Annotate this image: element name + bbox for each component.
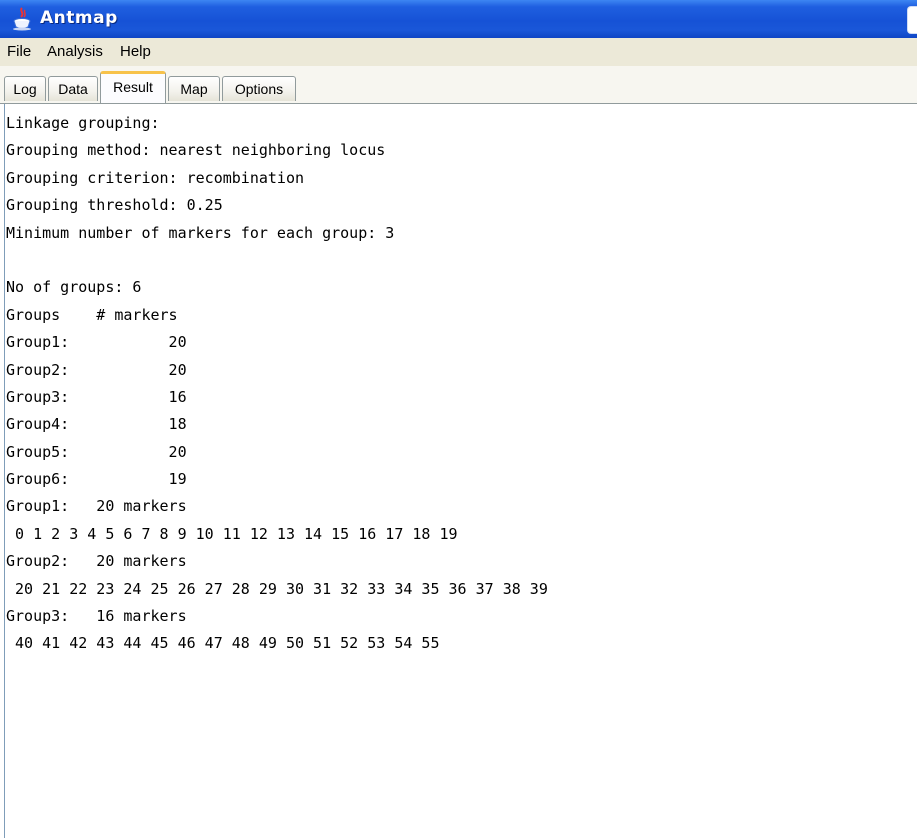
java-cup-icon [13,7,31,31]
result-line: 20 21 22 23 24 25 26 27 28 29 30 31 32 3… [6,579,548,598]
tab-options[interactable]: Options [222,76,296,101]
result-line: Group2: 20 [6,360,187,379]
panel-border [4,104,5,838]
minimize-button[interactable] [907,6,917,34]
result-line: Group1: 20 [6,333,187,352]
window-title: Antmap [40,8,118,28]
result-line: Groups # markers [6,305,178,324]
result-text-area[interactable]: Linkage grouping: Grouping method: neare… [6,110,906,658]
tab-data[interactable]: Data [48,76,98,101]
result-line: Group5: 20 [6,442,187,461]
result-line: Minimum number of markers for each group… [6,223,395,242]
result-line: Linkage grouping: [6,114,160,132]
menu-help[interactable]: Help [120,43,151,60]
result-line: Group6: 19 [6,470,187,489]
result-line: No of groups: 6 [6,278,142,297]
result-line: Grouping threshold: 0.25 [6,196,223,215]
result-line: Group1: 20 markers [6,497,187,516]
tab-log[interactable]: Log [4,76,46,101]
result-line: Grouping method: nearest neighboring loc… [6,141,386,160]
tab-strip: Log Data Result Map Options [0,66,917,104]
result-line: Grouping criterion: recombination [6,168,305,187]
result-panel[interactable]: Linkage grouping: Grouping method: neare… [0,104,917,838]
tab-map[interactable]: Map [168,76,220,101]
result-line: Group2: 20 markers [6,552,187,571]
result-line: 40 41 42 43 44 45 46 47 48 49 50 51 52 5… [6,634,440,653]
menu-analysis[interactable]: Analysis [47,43,103,60]
result-line: Group3: 16 [6,387,187,406]
menu-file[interactable]: File [7,43,31,60]
result-line: Group3: 16 markers [6,607,187,626]
result-line: Group4: 18 [6,415,187,434]
title-bar[interactable]: Antmap [0,0,917,39]
tab-result[interactable]: Result [100,71,166,103]
result-line [6,247,906,274]
menu-bar: File Analysis Help [0,38,917,67]
result-line: 0 1 2 3 4 5 6 7 8 9 10 11 12 13 14 15 16… [6,524,458,543]
